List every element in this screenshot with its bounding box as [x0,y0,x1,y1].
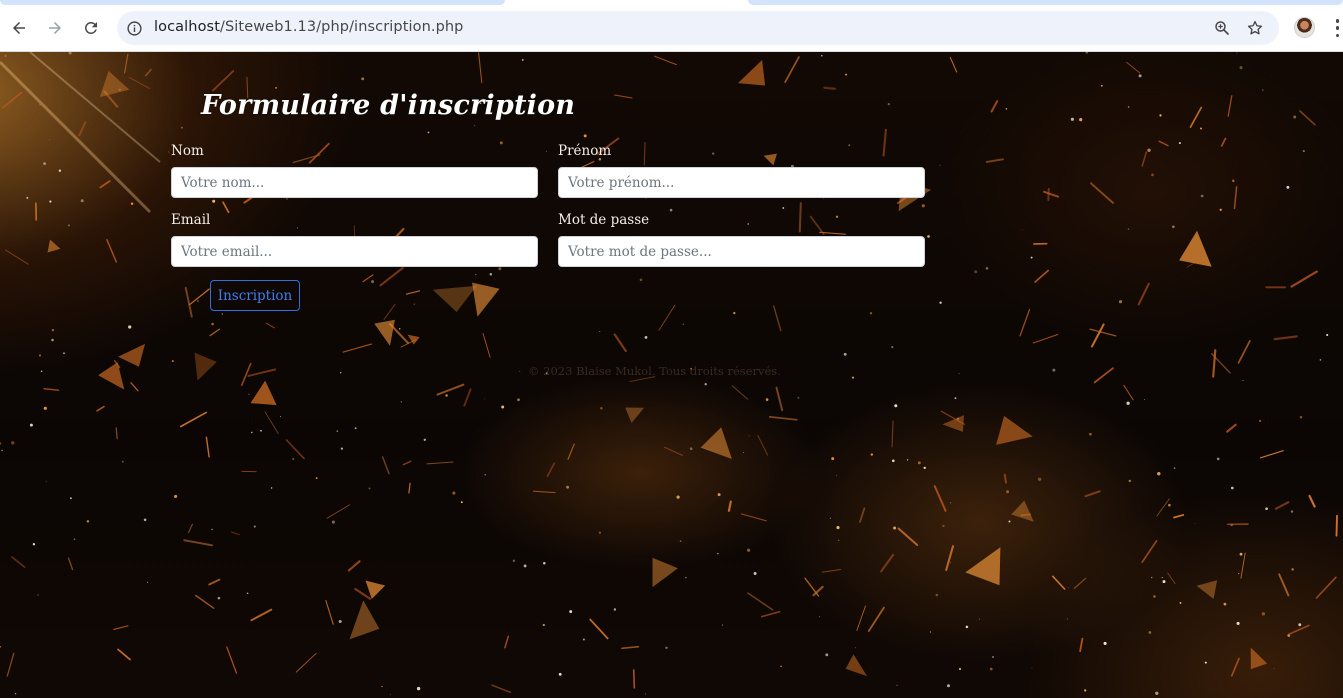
url-text[interactable]: localhost/Siteweb1.13/php/inscription.ph… [154,19,463,35]
arrow-right-icon [49,22,61,34]
password-input[interactable] [558,236,925,267]
nom-input[interactable] [171,167,538,198]
tab-strip-edge [0,0,505,5]
page-title: Formulaire d'inscription [201,90,576,121]
reload-icon [84,21,97,34]
footer-copyright: © 2023 Blaise Mukol. Tous droits réservé… [528,364,781,378]
prenom-label: Prénom [558,143,612,159]
info-icon[interactable] [125,19,143,37]
zoom-icon[interactable] [1213,19,1231,37]
email-label: Email [171,212,211,228]
reload-button[interactable] [77,14,105,42]
back-button[interactable] [5,14,33,42]
password-label: Mot de passe [558,212,650,228]
url-path: /Siteweb1.13/php/inscription.php [220,19,464,35]
prenom-input[interactable] [558,167,925,198]
email-input[interactable] [171,236,538,267]
page-viewport: Formulaire d'inscription Nom Prénom Emai… [0,52,1343,698]
tab-strip-edge [748,0,1343,5]
kebab-menu-icon[interactable] [1332,19,1343,37]
address-bar[interactable]: localhost/Siteweb1.13/php/inscription.ph… [117,11,1279,45]
avatar[interactable] [1294,17,1315,38]
forward-button[interactable] [41,14,69,42]
arrow-left-icon [13,22,25,34]
browser-toolbar: localhost/Siteweb1.13/php/inscription.ph… [0,0,1343,52]
star-icon[interactable] [1246,19,1264,37]
inscription-button[interactable]: Inscription [210,280,300,311]
nom-label: Nom [171,143,204,159]
url-host: localhost [154,19,220,35]
